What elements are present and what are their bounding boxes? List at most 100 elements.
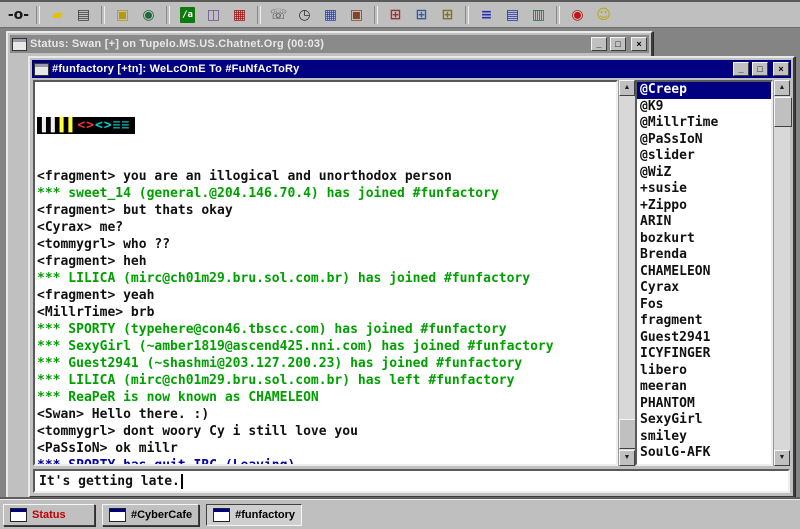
main-toolbar: -o-▰▤▣◉/a◫▦☏◷▦▣⊞⊞⊞≡▤▥◉☺ — [0, 0, 800, 27]
nick-item[interactable]: CHAMELEON — [637, 264, 771, 281]
channel-window-icon — [34, 63, 49, 76]
nick-item[interactable]: smiley — [637, 429, 771, 446]
mirc-guy-icon[interactable]: ☺ — [591, 4, 616, 25]
chat-message: *** Guest2941 (~shashmi@203.127.200.23) … — [37, 355, 614, 372]
chat-message: *** LILICA (mirc@ch01m29.bru.sol.com.br)… — [37, 270, 614, 287]
chat-message: <tommygrl> who ?? — [37, 236, 614, 253]
urls-list-icon[interactable]: ⊞ — [409, 4, 434, 25]
nick-item[interactable]: Brenda — [637, 247, 771, 264]
notify-list-icon: ⊞ — [390, 8, 402, 22]
aliases-editor-icon[interactable]: /a — [175, 4, 200, 25]
channel-close-button[interactable]: × — [773, 62, 789, 76]
nick-item[interactable]: bozkurt — [637, 231, 771, 248]
aliases-editor-icon: /a — [180, 7, 195, 23]
nick-item[interactable]: @PaSsIoN — [637, 132, 771, 149]
cascade-windows-icon[interactable]: ▤ — [500, 4, 525, 25]
chat-message: <fragment> heh — [37, 253, 614, 270]
status-titlebar[interactable]: Status: Swan [+] on Tupelo.MS.US.Chatnet… — [10, 35, 649, 53]
nick-item[interactable]: +Zippo — [637, 198, 771, 215]
chat-message-area[interactable]: ▌▌▌▌<><>≡≡ <fragment> you are an illogic… — [33, 80, 618, 466]
notify-list-icon[interactable]: ⊞ — [383, 4, 408, 25]
popups-editor-icon: ◫ — [207, 8, 220, 22]
remote-editor-icon[interactable]: ▦ — [227, 4, 252, 25]
colors-icon[interactable]: ▦ — [318, 4, 343, 25]
nick-item[interactable]: PHANTOM — [637, 396, 771, 413]
nick-item[interactable]: @MillrTime — [637, 115, 771, 132]
toolbar-separator — [374, 6, 378, 24]
nicklist-scroll-down-icon[interactable]: ▼ — [774, 450, 790, 466]
agenda-icon[interactable]: ⊞ — [435, 4, 460, 25]
taskbar-button-status[interactable]: Status — [3, 504, 95, 526]
chat-message: *** LILICA (mirc@ch01m29.bru.sol.com.br)… — [37, 372, 614, 389]
nick-item[interactable]: ARIN — [637, 214, 771, 231]
nicklist-scroll-up-icon[interactable]: ▲ — [774, 80, 790, 96]
nick-item[interactable]: Guest2941 — [637, 330, 771, 347]
taskbar-button-funfactory[interactable]: #funfactory — [206, 504, 302, 526]
status-minimize-button[interactable]: _ — [591, 37, 607, 51]
address-book-icon[interactable]: ▣ — [110, 4, 135, 25]
toolbar-icons: -o-▰▤▣◉/a◫▦☏◷▦▣⊞⊞⊞≡▤▥◉☺ — [6, 4, 616, 25]
nicklist-scrollbar-thumb[interactable] — [774, 97, 792, 127]
picture-window-icon[interactable]: ▥ — [526, 4, 551, 25]
channel-maximize-button[interactable]: □ — [752, 62, 768, 76]
nick-item[interactable]: meeran — [637, 379, 771, 396]
cascade-windows-icon: ▤ — [506, 8, 519, 22]
picture-window-icon: ▥ — [532, 8, 545, 22]
chat-scrollbar[interactable]: ▲ ▼ — [618, 80, 635, 466]
nick-item[interactable]: SoulG-AFK — [637, 445, 771, 462]
channel-minimize-button[interactable]: _ — [733, 62, 749, 76]
nick-item[interactable]: @slider — [637, 148, 771, 165]
whistle-icon: ☏ — [270, 8, 288, 22]
agenda-icon: ⊞ — [442, 8, 454, 22]
nick-item[interactable]: @K9 — [637, 99, 771, 116]
globe-icon: ◉ — [142, 8, 154, 22]
folder-icon[interactable]: ▰ — [45, 4, 70, 25]
message-input-value: It's getting late. — [39, 474, 180, 489]
globe-icon[interactable]: ◉ — [136, 4, 161, 25]
nick-item[interactable]: @WiZ — [637, 165, 771, 182]
popups-editor-icon[interactable]: ◫ — [201, 4, 226, 25]
message-input[interactable]: It's getting late. — [33, 469, 790, 493]
colors-icon: ▦ — [324, 8, 337, 22]
taskbar-buttons: Status #CyberCafe #funfactory — [3, 504, 309, 526]
status-window-icon — [12, 38, 27, 51]
toolbar-separator — [36, 6, 40, 24]
whistle-icon[interactable]: ☏ — [266, 4, 291, 25]
options-icon[interactable]: ▤ — [71, 4, 96, 25]
nick-item[interactable]: Cyrax — [637, 280, 771, 297]
send-package-icon[interactable]: ▣ — [344, 4, 369, 25]
taskbar-button-label: #CyberCafe — [131, 509, 192, 521]
banner-segment: <> — [95, 118, 113, 133]
nick-item[interactable]: libero — [637, 363, 771, 380]
status-close-button[interactable]: × — [631, 37, 647, 51]
send-package-icon: ▣ — [350, 8, 363, 22]
channel-banner: ▌▌▌▌<><>≡≡ — [37, 117, 614, 134]
taskbar-button-cybercafe[interactable]: #CyberCafe — [102, 504, 199, 526]
chat-message: <fragment> you are an illogical and unor… — [37, 168, 614, 185]
timer-icon: ◷ — [298, 8, 310, 22]
help-icon[interactable]: ◉ — [565, 4, 590, 25]
chat-message: *** ReaPeR is now known as CHAMELEON — [37, 389, 614, 406]
nick-item[interactable]: +susie — [637, 181, 771, 198]
nick-item[interactable]: SexyGirl — [637, 412, 771, 429]
status-maximize-button[interactable]: □ — [610, 37, 626, 51]
chat-message: *** SPORTY (typehere@con46.tbscc.com) ha… — [37, 321, 614, 338]
chat-scroll-down-icon[interactable]: ▼ — [619, 450, 635, 466]
connect-icon[interactable]: -o- — [6, 4, 31, 25]
nicklist-scrollbar[interactable]: ▲ ▼ — [773, 80, 790, 466]
nicklist[interactable]: @Creep@K9@MillrTime@PaSsIoN@slider@WiZ+s… — [635, 80, 773, 466]
nick-item[interactable]: @Creep — [637, 82, 771, 99]
chat-message: <Swan> Hello there. :) — [37, 406, 614, 423]
chat-message: <fragment> yeah — [37, 287, 614, 304]
chat-message: *** sweet_14 (general.@204.146.70.4) has… — [37, 185, 614, 202]
channel-titlebar[interactable]: #funfactory [+tn]: WeLcOmE To #FuNfAcToR… — [32, 60, 791, 78]
nick-item[interactable]: fragment — [637, 313, 771, 330]
banner-art: ▌▌▌▌<><>≡≡ — [37, 117, 135, 134]
nick-item[interactable]: ICYFINGER — [637, 346, 771, 363]
timer-icon[interactable]: ◷ — [292, 4, 317, 25]
tile-windows-icon[interactable]: ≡ — [474, 4, 499, 25]
banner-segment: ≡≡ — [113, 118, 131, 133]
chat-scroll-up-icon[interactable]: ▲ — [619, 80, 635, 96]
chat-message: *** SexyGirl (~amber1819@ascend425.nni.c… — [37, 338, 614, 355]
nick-item[interactable]: Fos — [637, 297, 771, 314]
